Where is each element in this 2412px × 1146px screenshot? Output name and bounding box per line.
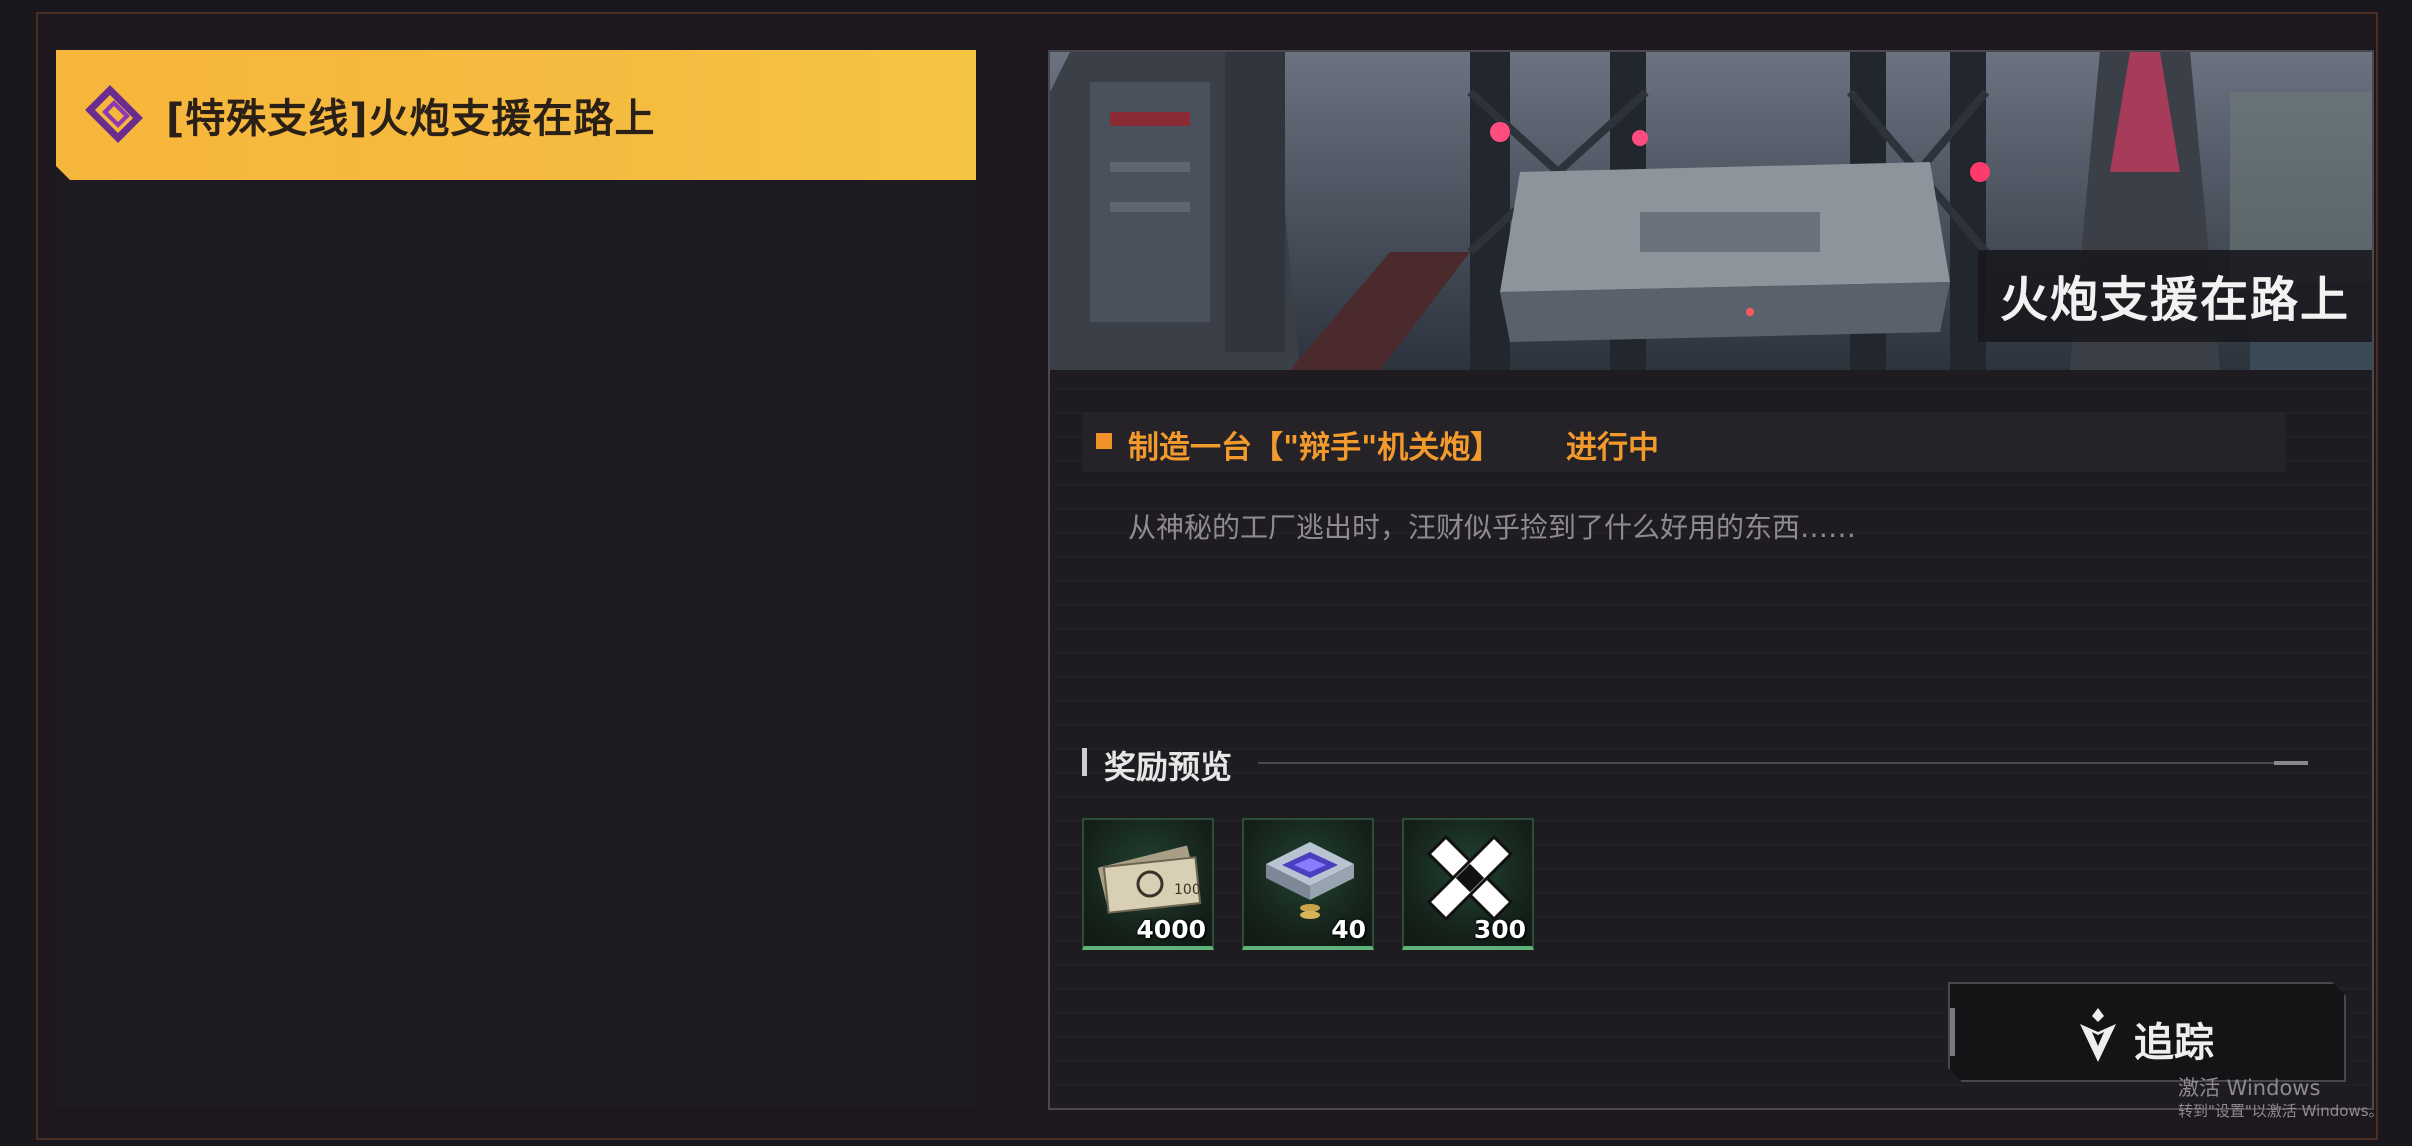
quest-banner-image: 火炮支援在路上 — [1050, 52, 2372, 370]
quest-description: 从神秘的工厂逃出时，汪财似乎捡到了什么好用的东西…… — [1128, 511, 1857, 544]
reward-item[interactable]: 300 — [1402, 818, 1534, 950]
os-activation-watermark: 激活 Windows — [2178, 1076, 2321, 1100]
rewards-divider-end — [2274, 761, 2308, 765]
rewards-title: 奖励预览 — [1104, 748, 1233, 786]
rewards-divider — [1258, 762, 2308, 764]
quest-list-item-label: [特殊支线]火炮支援在路上 — [166, 96, 656, 142]
rewards-header-bar — [1082, 748, 1087, 776]
reward-item[interactable]: 40 — [1242, 818, 1374, 950]
track-icon — [2080, 1008, 2116, 1062]
quest-objective: 制造一台【"辩手"机关炮】 进行中 — [1082, 412, 2286, 472]
reward-count: 40 — [1331, 915, 1366, 944]
svg-text:100: 100 — [1174, 882, 1201, 898]
dennies-icon: 100 — [1097, 845, 1202, 914]
objective-bullet-icon — [1096, 433, 1112, 449]
reward-count: 4000 — [1136, 915, 1206, 944]
track-button-accent — [1950, 1008, 1955, 1056]
rewards-header: 奖励预览 — [1082, 742, 2308, 786]
track-button-label: 追踪 — [2134, 1020, 2214, 1066]
quest-list-item[interactable]: [特殊支线]火炮支援在路上 — [56, 50, 976, 180]
objective-status: 进行中 — [1566, 430, 1659, 466]
banner-title: 火炮支援在路上 — [1977, 250, 2372, 342]
reward-item[interactable]: 100 4000 — [1082, 818, 1214, 950]
objective-text: 制造一台【"辩手"机关炮】 — [1128, 430, 1502, 466]
chip-icon — [1266, 842, 1354, 919]
os-activation-watermark-hint: 转到"设置"以激活 Windows。 — [2178, 1102, 2384, 1120]
track-button[interactable]: 追踪 — [1948, 982, 2346, 1082]
reward-count: 300 — [1473, 915, 1526, 944]
material-icon — [1426, 834, 1514, 922]
side-quest-icon — [85, 85, 143, 143]
quest-list-panel — [56, 48, 976, 1108]
